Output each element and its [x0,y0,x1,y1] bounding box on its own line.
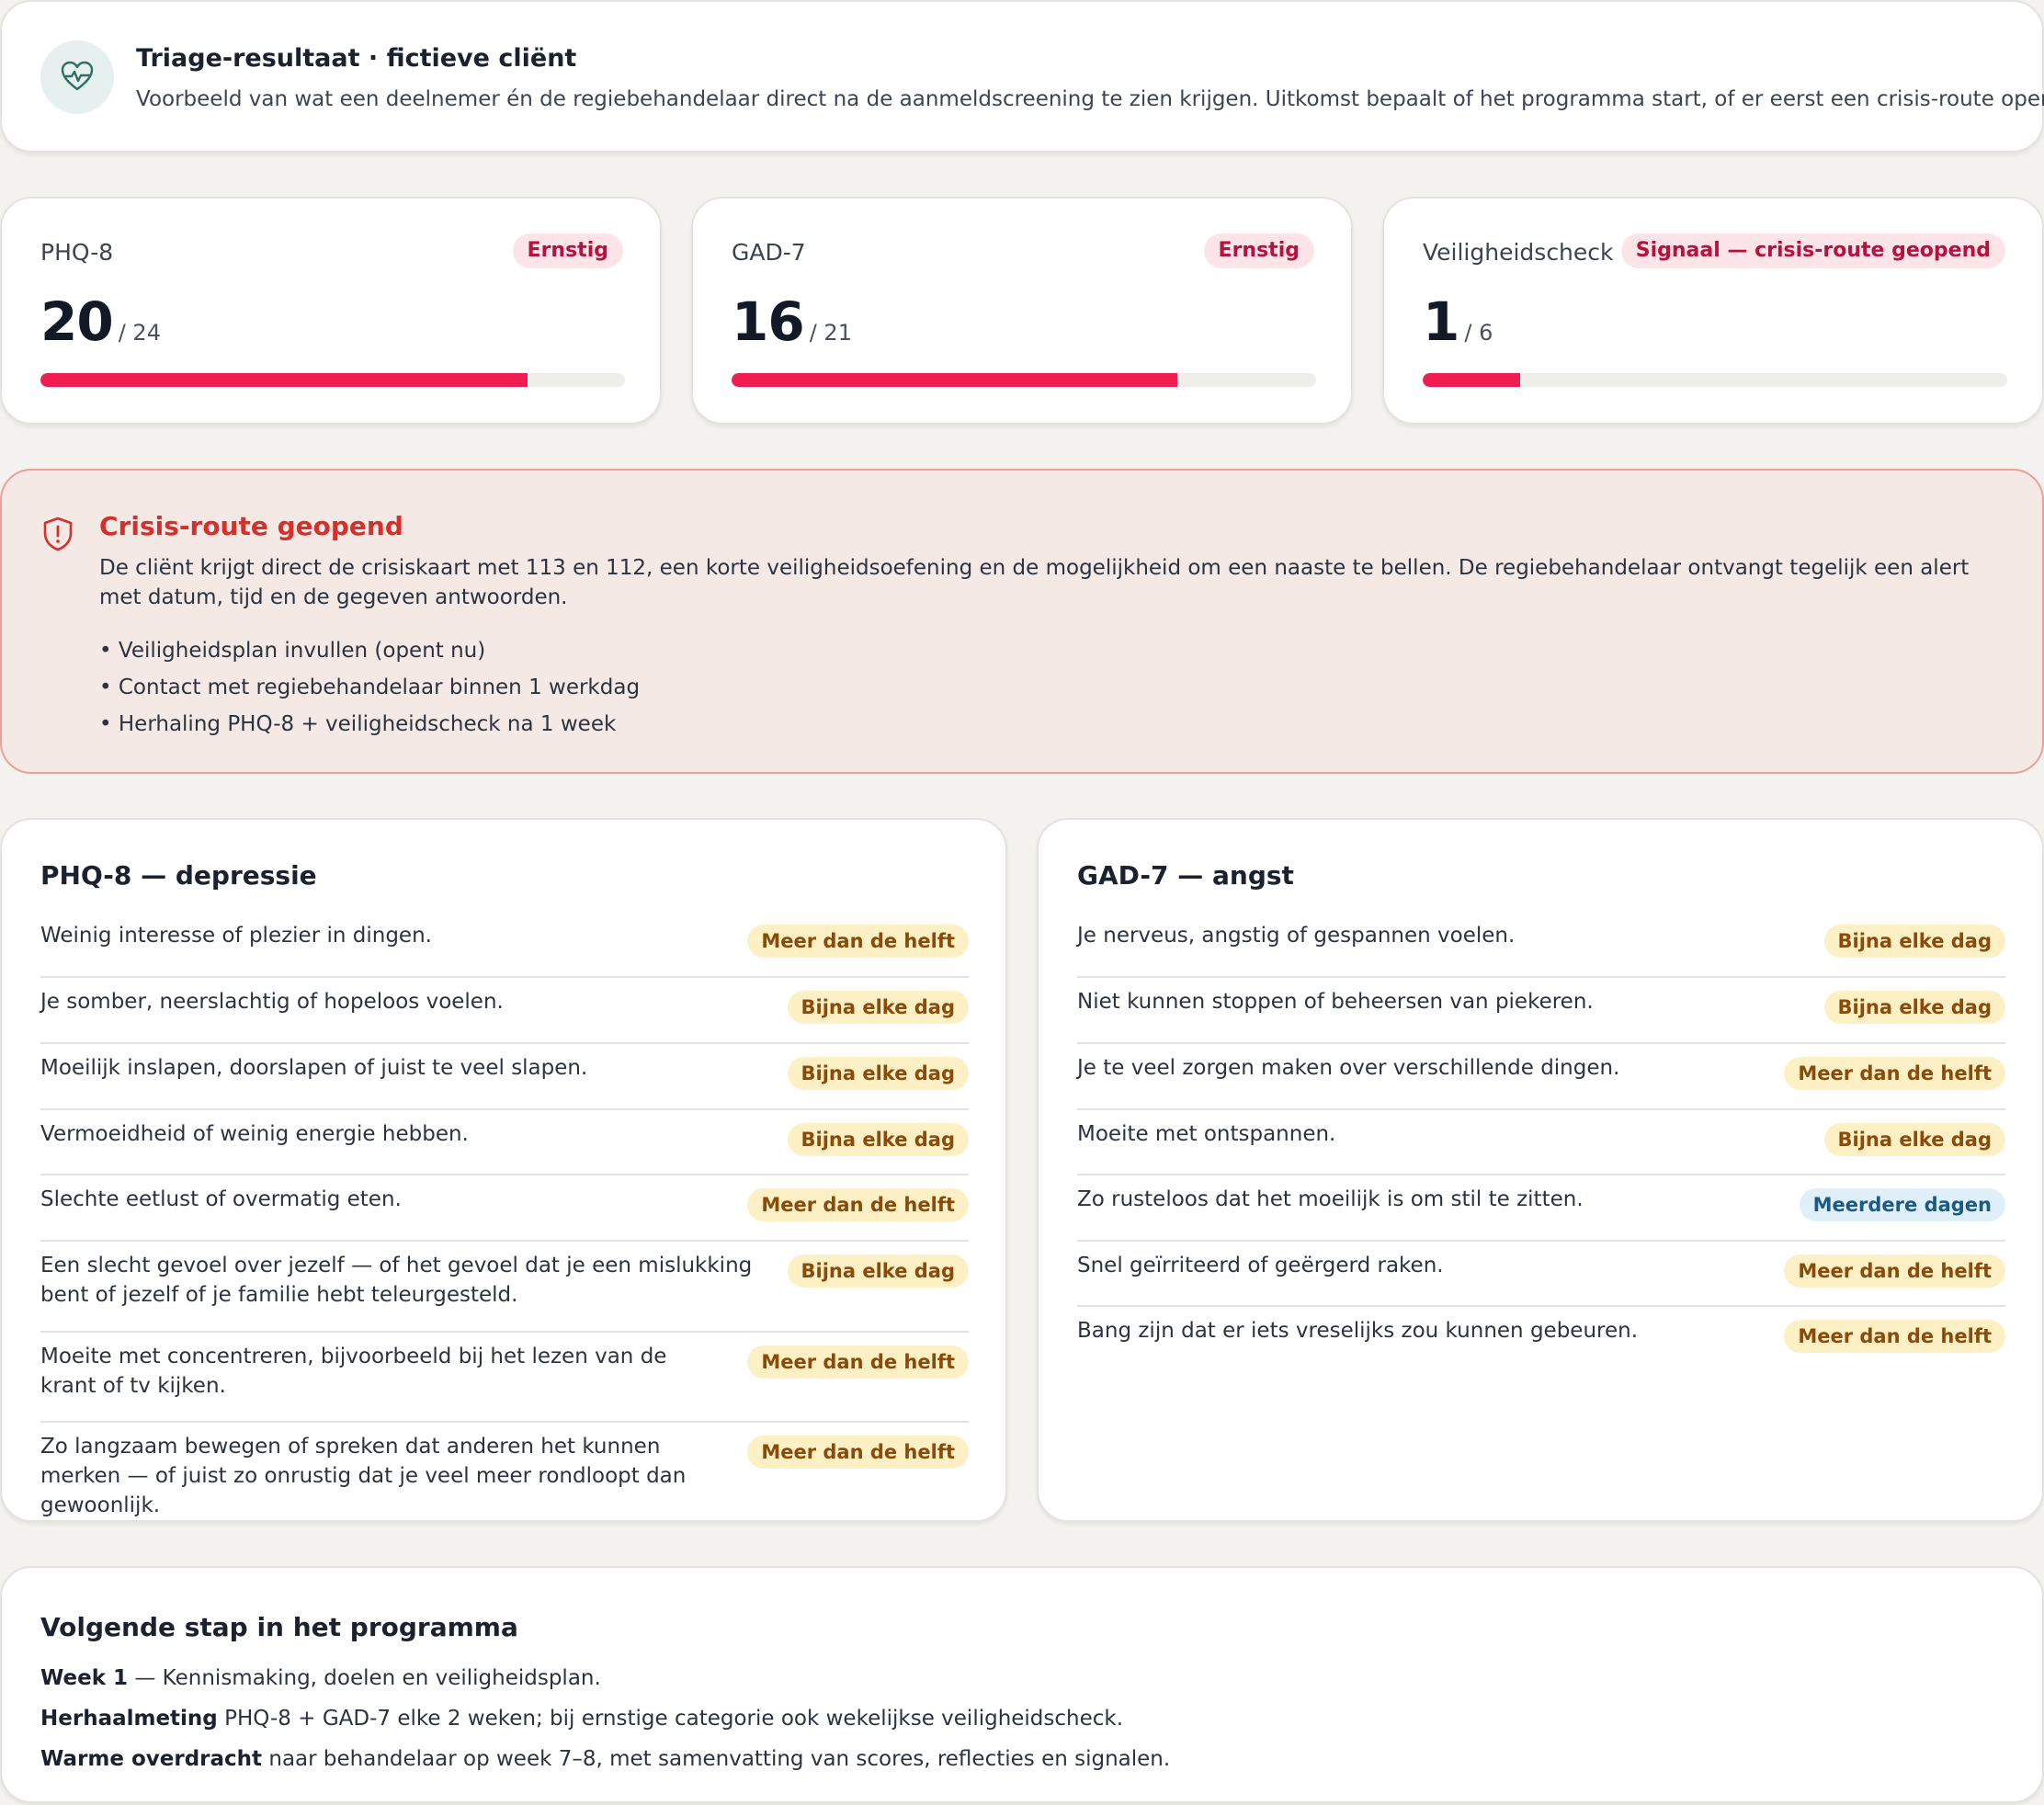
question-row: Een slecht gevoel over jezelf — of het g… [40,1242,969,1333]
shield-alert-icon [43,517,73,551]
question-text: Zo langzaam bewegen of spreken dat ander… [40,1435,687,1517]
crisis-step: • Veiligheidsplan invullen (opent nu) [99,639,486,663]
score-label: Veiligheidscheck [1423,239,1614,266]
signal-badge: Signaal — crisis-route geopend [1620,233,2005,268]
answer-badge: Bijna elke dag [787,1057,969,1090]
crisis-alert: Crisis-route geopend De cliënt krijgt di… [0,469,2044,774]
header-card: Triage-resultaat · fictieve cliënt Voorb… [0,0,2044,153]
crisis-description: De cliënt krijgt direct de crisiskaart m… [99,556,1970,609]
question-row: Zo langzaam bewegen of spreken dat ander… [40,1423,969,1517]
question-text: Niet kunnen stoppen of beheersen van pie… [1077,990,1594,1014]
score-card-gad7: GAD-7 Ernstig 16/ 21 [691,197,1353,425]
answer-badge: Meer dan de helft [1784,1320,2005,1353]
crisis-steps: • Veiligheidsplan invullen (opent nu) • … [99,632,640,743]
answer-badge: Bijna elke dag [1823,1123,2005,1156]
crisis-step: • Herhaling PHQ-8 + veiligheidscheck na … [99,712,617,736]
score-value: 16/ 21 [732,290,852,353]
question-text: Bang zijn dat er iets vreselijks zou kun… [1077,1319,1639,1343]
gad7-title: GAD-7 — angst [1077,860,1294,891]
next-step-item: Herhaalmeting PHQ-8 + GAD-7 elke 2 weken… [40,1707,1124,1731]
question-row: Je te veel zorgen maken over verschillen… [1077,1044,2005,1110]
question-text: Moeilijk inslapen, doorslapen of juist t… [40,1056,588,1080]
gad7-card: GAD-7 — angst Je nerveus, angstig of ges… [1037,818,2044,1522]
question-text: Moeite met ontspannen. [1077,1122,1336,1146]
question-row: Weinig interesse of plezier in dingen. Me… [40,912,969,978]
severity-badge: Ernstig [512,233,623,268]
answer-badge: Meer dan de helft [1784,1057,2005,1090]
next-step-item: Week 1 — Kennismaking, doelen en veiligh… [40,1666,601,1690]
answer-badge: Bijna elke dag [1823,991,2005,1024]
score-card-phq8: PHQ-8 Ernstig 20/ 24 [0,197,662,425]
heart-pulse-icon [40,40,114,114]
question-row: Slechte eetlust of overmatig eten. Meer d… [40,1175,969,1242]
score-progress-fill [40,373,528,387]
score-progress-bar [40,373,625,387]
question-row: Moeite met concentreren, bijvoorbeeld bi… [40,1333,969,1423]
question-text: Moeite met concentreren, bijvoorbeeld bi… [40,1345,667,1398]
question-row: Moeilijk inslapen, doorslapen of juist t… [40,1044,969,1110]
next-step-list: Week 1 — Kennismaking, doelen en veiligh… [40,1658,1170,1779]
score-max: / 6 [1464,320,1493,346]
answer-badge: Bijna elke dag [1823,925,2005,958]
answer-badge: Bijna elke dag [787,1123,969,1156]
answer-badge: Meer dan de helft [747,1345,969,1379]
question-text: Slechte eetlust of overmatig eten. [40,1187,402,1211]
gad7-question-list: Je nerveus, angstig of gespannen voelen.… [1077,912,2005,1373]
score-label: PHQ-8 [40,239,114,266]
question-text: Je somber, neerslachtig of hopeloos voel… [40,990,504,1014]
question-text: Je te veel zorgen maken over verschillen… [1077,1056,1620,1080]
question-row: Snel geïrriteerd of geërgerd raken. Meer … [1077,1242,2005,1307]
answer-badge: Meer dan de helft [1784,1254,2005,1288]
score-card-safety: Veiligheidscheck Signaal — crisis-route … [1382,197,2044,425]
score-progress-bar [732,373,1316,387]
question-row: Je somber, neerslachtig of hopeloos voel… [40,978,969,1044]
question-row: Je nerveus, angstig of gespannen voelen.… [1077,912,2005,978]
question-row: Zo rusteloos dat het moeilijk is om stil… [1077,1175,2005,1242]
answer-badge: Bijna elke dag [787,1254,969,1288]
page-title: Triage-resultaat · fictieve cliënt [136,44,577,73]
question-text: Je nerveus, angstig of gespannen voelen. [1077,924,1516,948]
answer-badge: Meer dan de helft [747,925,969,958]
next-step-item: Warme overdracht naar behandelaar op wee… [40,1747,1171,1771]
score-value: 1/ 6 [1423,290,1493,353]
question-text: Een slecht gevoel over jezelf — of het g… [40,1254,753,1307]
answer-badge: Meer dan de helft [747,1436,969,1469]
question-text: Snel geïrriteerd of geërgerd raken. [1077,1254,1444,1277]
score-label: GAD-7 [732,239,806,266]
question-text: Vermoeidheid of weinig energie hebben. [40,1122,469,1146]
answer-badge: Bijna elke dag [787,991,969,1024]
page-subtitle: Voorbeeld van wat een deelnemer én de re… [136,87,2044,111]
score-max: / 24 [118,320,161,346]
score-value: 20/ 24 [40,290,161,353]
answer-badge: Meerdere dagen [1799,1188,2005,1221]
question-row: Niet kunnen stoppen of beheersen van pie… [1077,978,2005,1044]
score-progress-fill [1423,373,1521,387]
question-row: Vermoeidheid of weinig energie hebben. Bi… [40,1110,969,1175]
answer-badge: Meer dan de helft [747,1188,969,1221]
phq8-question-list: Weinig interesse of plezier in dingen. Me… [40,912,969,1517]
phq8-card: PHQ-8 — depressie Weinig interesse of pl… [0,818,1007,1522]
crisis-step: • Contact met regiebehandelaar binnen 1 … [99,675,641,699]
question-text: Weinig interesse of plezier in dingen. [40,924,432,948]
question-text: Zo rusteloos dat het moeilijk is om stil… [1077,1187,1584,1211]
phq8-title: PHQ-8 — depressie [40,860,317,891]
severity-badge: Ernstig [1203,233,1314,268]
question-row: Moeite met ontspannen. Bijna elke dag [1077,1110,2005,1175]
next-step-card: Volgende stap in het programma Week 1 — … [0,1566,2044,1803]
next-step-title: Volgende stap in het programma [40,1612,518,1642]
question-row: Bang zijn dat er iets vreselijks zou kun… [1077,1307,2005,1373]
score-progress-bar [1423,373,2007,387]
score-progress-fill [732,373,1177,387]
crisis-title: Crisis-route geopend [99,511,403,541]
score-max: / 21 [809,320,852,346]
